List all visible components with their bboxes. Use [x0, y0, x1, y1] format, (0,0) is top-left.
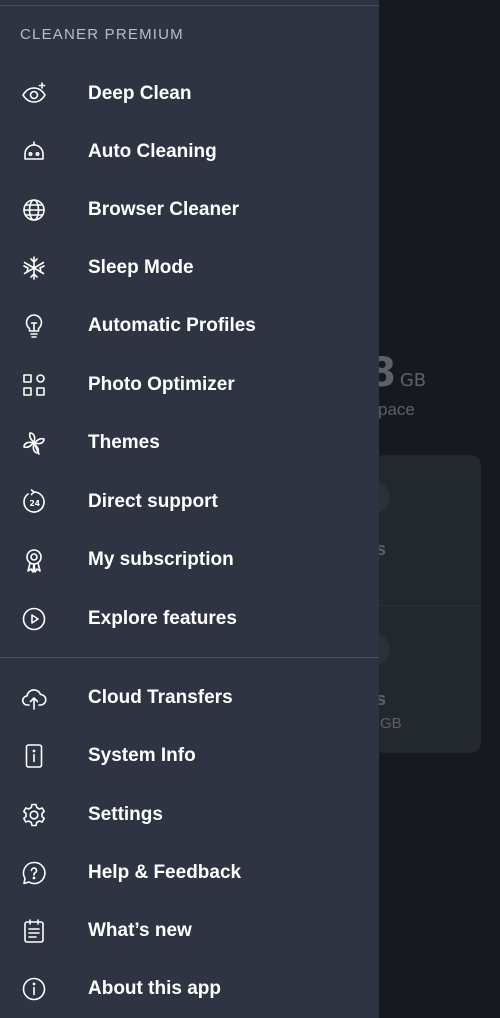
menu-item-label: Direct support	[88, 491, 218, 512]
navigation-drawer: CLEANER PREMIUM Deep Clean Auto Cleaning…	[0, 0, 379, 1018]
menu-item-system-info[interactable]: System Info	[0, 727, 379, 785]
eye-sparkle-icon	[20, 80, 48, 108]
snowflake-icon	[20, 254, 48, 282]
calendar-list-icon	[20, 917, 48, 945]
menu-item-label: Photo Optimizer	[88, 374, 235, 395]
section-divider	[0, 657, 379, 658]
storage-unit: GB	[399, 370, 427, 391]
grid-icon	[20, 371, 48, 399]
menu-item-sleep-mode[interactable]: Sleep Mode	[0, 239, 379, 297]
menu-item-deep-clean[interactable]: Deep Clean	[0, 65, 379, 123]
menu-item-settings[interactable]: Settings	[0, 786, 379, 844]
menu-item-label: System Info	[88, 745, 196, 766]
space-label: pace	[378, 400, 415, 419]
menu-item-cloud-transfers[interactable]: Cloud Transfers	[0, 669, 379, 727]
menu-item-label: Automatic Profiles	[88, 315, 256, 336]
menu-item-label: Sleep Mode	[88, 257, 194, 278]
menu-item-label: My subscription	[88, 549, 234, 570]
menu-item-label: Help & Feedback	[88, 862, 242, 883]
card-gb: GB	[380, 715, 402, 732]
menu-item-themes[interactable]: Themes	[0, 414, 379, 472]
menu-item-label: Deep Clean	[88, 83, 192, 104]
menu-item-label: What’s new	[88, 920, 192, 941]
section-title-cleaner-premium: CLEANER PREMIUM	[20, 26, 184, 43]
menu-item-label: Settings	[88, 804, 163, 825]
lightbulb-icon	[20, 312, 48, 340]
info-icon	[20, 975, 48, 1003]
menu-item-label: Browser Cleaner	[88, 199, 240, 220]
card-divider	[374, 605, 481, 606]
badge-icon	[20, 546, 48, 574]
menu-item-help-feedback[interactable]: Help & Feedback	[0, 844, 379, 902]
menu-item-automatic-profiles[interactable]: Automatic Profiles	[0, 297, 379, 355]
menu-item-my-subscription[interactable]: My subscription	[0, 531, 379, 589]
pinwheel-icon	[20, 429, 48, 457]
menu-item-label: Auto Cleaning	[88, 141, 217, 162]
menu-item-explore-features[interactable]: Explore features	[0, 590, 379, 648]
background-card: s s GB	[374, 455, 481, 753]
cloud-upload-icon	[20, 684, 48, 712]
play-circle-icon	[20, 605, 48, 633]
device-info-icon	[20, 742, 48, 770]
menu-item-browser-cleaner[interactable]: Browser Cleaner	[0, 181, 379, 239]
menu-item-label: About this app	[88, 978, 221, 999]
menu-item-about-this-app[interactable]: About this app	[0, 960, 379, 1018]
help-bubble-icon	[20, 859, 48, 887]
gear-icon	[20, 801, 48, 829]
drawer-top-divider	[0, 5, 379, 6]
menu-item-label: Cloud Transfers	[88, 687, 233, 708]
menu-item-label: Explore features	[88, 608, 237, 629]
menu-item-label: Themes	[88, 432, 160, 453]
support-24-icon: 24	[20, 488, 48, 516]
svg-text:24: 24	[30, 499, 40, 508]
globe-icon	[20, 196, 48, 224]
menu-item-photo-optimizer[interactable]: Photo Optimizer	[0, 356, 379, 414]
menu-item-direct-support[interactable]: 24 Direct support	[0, 473, 379, 531]
robot-icon	[20, 138, 48, 166]
menu-item-whats-new[interactable]: What’s new	[0, 902, 379, 960]
menu-item-auto-cleaning[interactable]: Auto Cleaning	[0, 123, 379, 181]
